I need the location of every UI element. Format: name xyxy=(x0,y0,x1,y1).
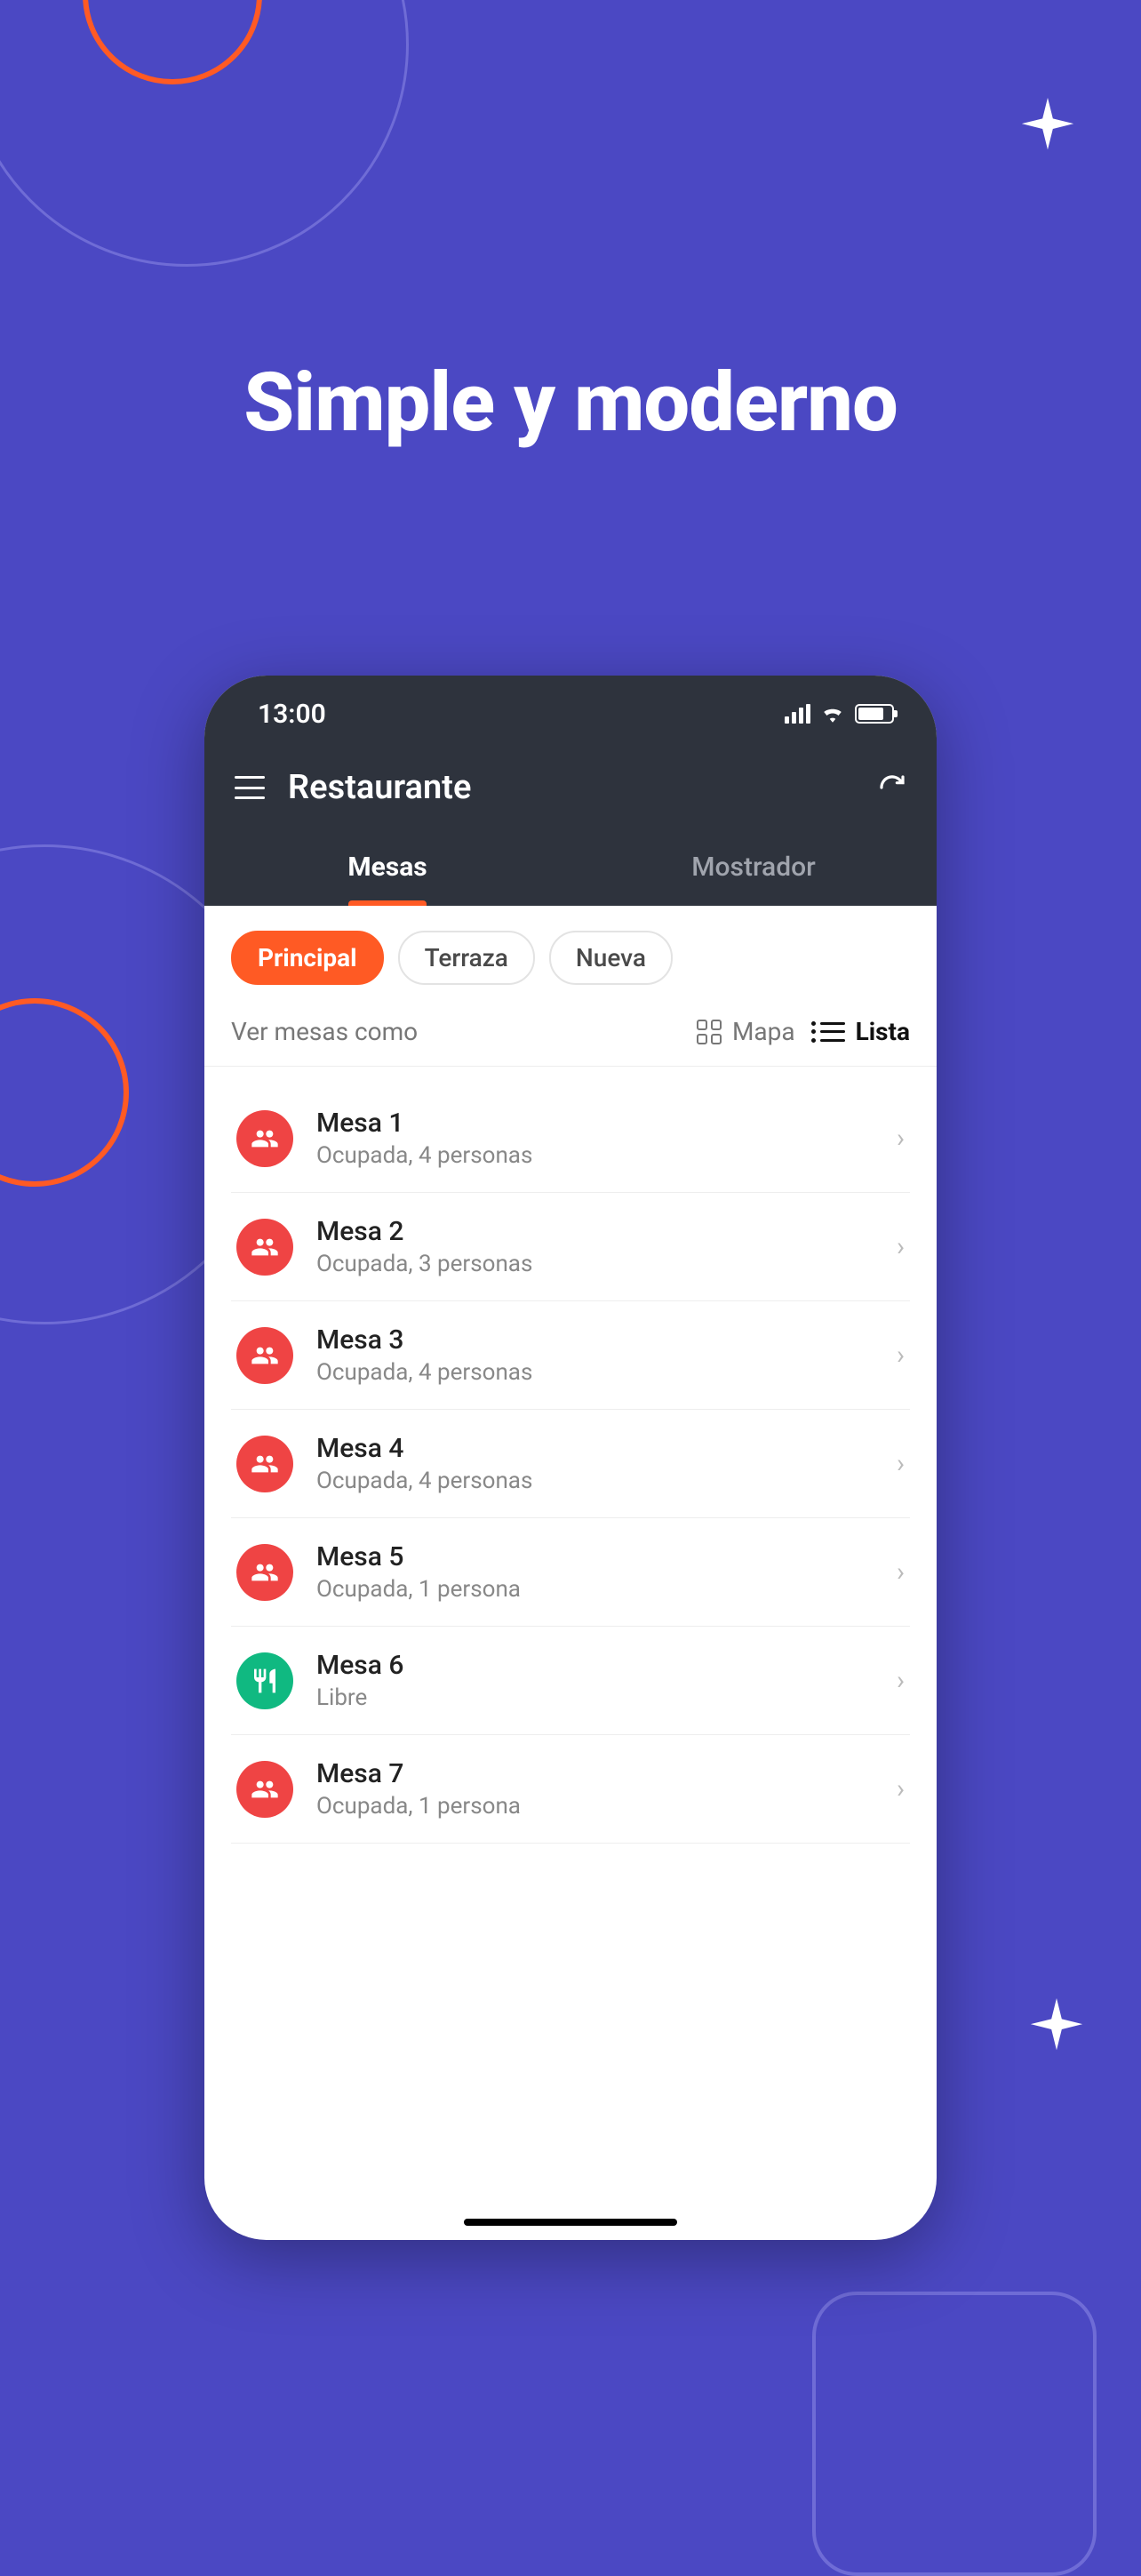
chevron-right-icon: › xyxy=(897,1448,905,1479)
refresh-button[interactable] xyxy=(878,773,906,802)
grid-icon xyxy=(697,1020,722,1044)
chevron-right-icon: › xyxy=(897,1231,905,1262)
table-name: Mesa 5 xyxy=(316,1541,874,1572)
table-row[interactable]: Mesa 3 Ocupada, 4 personas › xyxy=(231,1301,910,1410)
people-icon xyxy=(236,1544,293,1601)
table-row[interactable]: Mesa 4 Ocupada, 4 personas › xyxy=(231,1410,910,1518)
tab-mesas[interactable]: Mesas xyxy=(204,830,570,906)
table-name: Mesa 3 xyxy=(316,1324,874,1356)
table-name: Mesa 2 xyxy=(316,1216,874,1247)
cell-signal-icon xyxy=(785,704,810,724)
view-label: Ver mesas como xyxy=(231,1017,418,1046)
table-row[interactable]: Mesa 7 Ocupada, 1 persona › xyxy=(231,1735,910,1844)
chevron-right-icon: › xyxy=(897,1665,905,1696)
status-icons xyxy=(785,704,894,724)
table-status: Libre xyxy=(316,1684,874,1711)
sparkle-icon xyxy=(1017,98,1079,160)
chevron-right-icon: › xyxy=(897,1123,905,1154)
decoration-rect xyxy=(812,2292,1097,2576)
chevron-right-icon: › xyxy=(897,1340,905,1371)
menu-button[interactable] xyxy=(235,776,265,799)
view-option-label: Mapa xyxy=(732,1017,795,1046)
header-tabs: MesasMostrador xyxy=(204,830,937,906)
view-lista[interactable]: Lista xyxy=(820,1017,910,1046)
view-option-label: Lista xyxy=(856,1017,910,1046)
sparkle-icon xyxy=(1025,1998,1088,2060)
table-status: Ocupada, 4 personas xyxy=(316,1359,874,1386)
people-icon xyxy=(236,1436,293,1492)
table-name: Mesa 1 xyxy=(316,1108,874,1139)
tables-list: Mesa 1 Ocupada, 4 personas › Mesa 2 Ocupada,… xyxy=(204,1067,937,2240)
people-icon xyxy=(236,1327,293,1384)
home-indicator xyxy=(464,2219,677,2226)
chevron-right-icon: › xyxy=(897,1773,905,1804)
status-time: 13:00 xyxy=(258,699,326,730)
table-status: Ocupada, 4 personas xyxy=(316,1468,874,1494)
page-headline: Simple y moderno xyxy=(0,356,1141,451)
table-row[interactable]: Mesa 2 Ocupada, 3 personas › xyxy=(231,1193,910,1301)
people-icon xyxy=(236,1219,293,1276)
area-chips: Principal Terraza Nueva xyxy=(204,906,937,1003)
table-row[interactable]: Mesa 6 Libre › xyxy=(231,1627,910,1735)
header-title: Restaurante xyxy=(288,768,855,807)
people-icon xyxy=(236,1110,293,1167)
chip-nueva[interactable]: Nueva xyxy=(549,931,673,985)
battery-icon xyxy=(855,704,894,724)
list-icon xyxy=(820,1022,845,1042)
app-header: Restaurante MesasMostrador xyxy=(204,752,937,906)
status-bar: 13:00 xyxy=(204,676,937,752)
table-name: Mesa 7 xyxy=(316,1758,874,1789)
cutlery-icon xyxy=(236,1652,293,1709)
people-icon xyxy=(236,1761,293,1818)
table-name: Mesa 4 xyxy=(316,1433,874,1464)
table-name: Mesa 6 xyxy=(316,1650,874,1681)
chip-terraza[interactable]: Terraza xyxy=(398,931,535,985)
view-toggle-row: Ver mesas como Mapa Lista xyxy=(204,1003,937,1067)
phone-frame: 13:00 Restaurante MesasMostrador Princip… xyxy=(204,676,937,2240)
view-mapa[interactable]: Mapa xyxy=(697,1017,795,1046)
table-status: Ocupada, 3 personas xyxy=(316,1251,874,1277)
chip-principal[interactable]: Principal xyxy=(231,931,384,985)
chevron-right-icon: › xyxy=(897,1556,905,1588)
table-row[interactable]: Mesa 1 Ocupada, 4 personas › xyxy=(231,1074,910,1193)
wifi-icon xyxy=(821,705,844,723)
tab-mostrador[interactable]: Mostrador xyxy=(570,830,937,906)
table-status: Ocupada, 1 persona xyxy=(316,1793,874,1820)
table-status: Ocupada, 4 personas xyxy=(316,1142,874,1169)
decoration-circle xyxy=(0,0,409,267)
table-row[interactable]: Mesa 5 Ocupada, 1 persona › xyxy=(231,1518,910,1627)
table-status: Ocupada, 1 persona xyxy=(316,1576,874,1603)
